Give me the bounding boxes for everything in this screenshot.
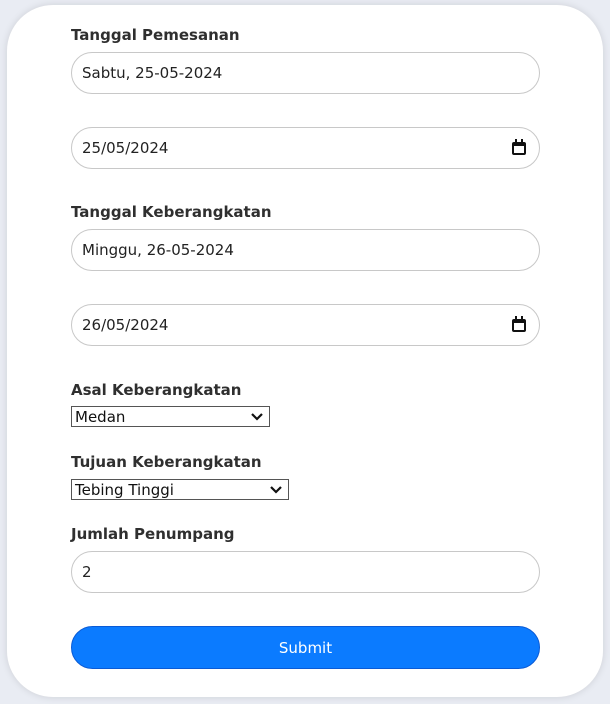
passengers-label: Jumlah Penumpang	[71, 525, 235, 543]
booking-form-card	[7, 5, 603, 697]
chevron-down-icon	[270, 484, 282, 496]
departure-date-picker-value: 26/05/2024	[82, 316, 169, 334]
calendar-icon[interactable]	[512, 138, 526, 155]
order-date-picker-value: 25/05/2024	[82, 139, 169, 157]
chevron-down-icon	[251, 411, 263, 423]
origin-label: Asal Keberangkatan	[71, 381, 242, 399]
departure-date-text-field[interactable]: Minggu, 26-05-2024	[71, 229, 540, 271]
destination-select[interactable]: Tebing Tinggi	[71, 479, 289, 500]
origin-select[interactable]: Medan	[71, 406, 270, 427]
departure-date-picker[interactable]: 26/05/2024	[71, 304, 540, 346]
departure-date-text-value: Minggu, 26-05-2024	[82, 241, 234, 259]
origin-selected-value: Medan	[75, 407, 126, 426]
passengers-value: 2	[82, 563, 92, 581]
order-date-picker[interactable]: 25/05/2024	[71, 127, 540, 169]
order-date-label: Tanggal Pemesanan	[71, 26, 240, 44]
calendar-icon[interactable]	[512, 315, 526, 332]
order-date-text-value: Sabtu, 25-05-2024	[82, 64, 223, 82]
destination-selected-value: Tebing Tinggi	[75, 480, 174, 499]
passengers-input[interactable]: 2	[71, 551, 540, 593]
order-date-text-field[interactable]: Sabtu, 25-05-2024	[71, 52, 540, 94]
destination-label: Tujuan Keberangkatan	[71, 453, 262, 471]
departure-date-label: Tanggal Keberangkatan	[71, 203, 272, 221]
submit-button[interactable]: Submit	[71, 626, 540, 669]
